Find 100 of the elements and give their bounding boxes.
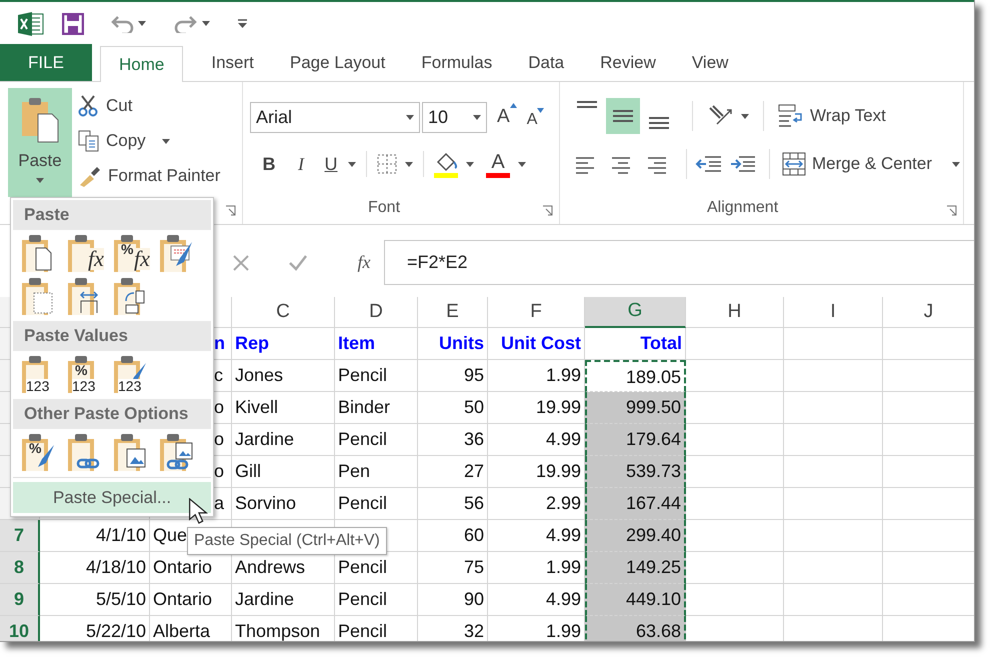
table-cell[interactable] [686,424,784,456]
caret-icon[interactable] [952,162,960,166]
row-header[interactable]: 10 [0,616,40,641]
middle-align-icon[interactable] [606,98,640,134]
table-cell[interactable] [784,328,883,360]
file-tab[interactable]: FILE [0,44,92,81]
table-cell[interactable] [784,424,883,456]
table-cell[interactable]: Pencil [335,424,418,456]
merge-center-button[interactable]: Merge & Center [782,151,960,177]
table-cell[interactable]: Jones [232,360,335,392]
table-cell[interactable] [784,392,883,424]
font-color-button[interactable]: A [486,150,510,178]
cut-button[interactable]: Cut [78,92,220,120]
table-cell[interactable]: Pencil [335,616,418,641]
column-header[interactable]: G [585,297,686,328]
caret-icon[interactable] [466,162,474,166]
row-header[interactable]: 7 [0,520,40,552]
table-cell[interactable] [686,552,784,584]
table-cell[interactable]: Pen [335,456,418,488]
table-cell[interactable] [784,520,883,552]
ribbon-tab[interactable]: Data [512,45,580,81]
dialog-launcher-icon[interactable] [225,205,236,216]
column-header[interactable]: F [488,297,585,328]
caret-icon[interactable] [405,162,413,166]
caret-icon[interactable] [348,162,356,166]
table-cell[interactable]: 63.68 [585,616,686,641]
table-cell[interactable]: 90 [418,584,488,616]
table-cell[interactable] [784,552,883,584]
caret-icon[interactable] [162,138,170,144]
table-cell[interactable]: 149.25 [585,552,686,584]
table-cell[interactable]: 189.05 [585,360,686,392]
caret-icon[interactable] [406,115,414,120]
column-header[interactable]: C [232,297,335,328]
decrease-indent-icon[interactable] [695,154,723,174]
bold-button[interactable]: B [254,150,284,178]
table-cell[interactable] [686,360,784,392]
column-heading-cell[interactable]: Units [418,328,488,360]
paste-option-button[interactable]: fx [66,234,104,274]
caret-icon[interactable] [473,115,481,120]
dialog-launcher-icon[interactable] [946,205,957,216]
table-cell[interactable] [686,488,784,520]
table-cell[interactable]: 75 [418,552,488,584]
ribbon-tab[interactable]: Formulas [405,45,508,81]
insert-function-button[interactable]: fx [344,240,384,285]
customize-toolbar-icon[interactable] [238,19,247,28]
paste-option-button[interactable]: % 123 [66,355,104,395]
ribbon-tab[interactable]: View [676,45,744,81]
table-cell[interactable]: Kivell [232,392,335,424]
table-cell[interactable] [686,456,784,488]
table-cell[interactable]: 27 [418,456,488,488]
table-cell[interactable]: 299.40 [585,520,686,552]
table-cell[interactable]: Alberta [150,616,232,641]
table-cell[interactable] [686,392,784,424]
table-cell[interactable]: Pencil [335,360,418,392]
paste-special-button[interactable]: Paste Special... [13,482,211,513]
ribbon-tab[interactable]: Review [584,45,672,81]
table-cell[interactable]: 32 [418,616,488,641]
font-name-field[interactable]: Arial [250,102,420,133]
table-cell[interactable]: Jardine [232,424,335,456]
table-cell[interactable]: 539.73 [585,456,686,488]
column-header[interactable]: I [784,297,883,328]
wrap-text-button[interactable]: Wrap Text [778,103,886,129]
italic-button[interactable]: I [284,150,318,178]
table-cell[interactable]: 449.10 [585,584,686,616]
excel-logo-icon[interactable] [18,12,44,36]
table-cell[interactable]: 4/18/10 [40,552,150,584]
table-cell[interactable]: Pencil [335,584,418,616]
underline-button[interactable]: U [318,150,344,178]
formula-field[interactable]: =F2*E2 [384,240,974,285]
table-cell[interactable]: Gill [232,456,335,488]
table-cell[interactable]: Ontario [150,584,232,616]
column-heading-cell[interactable]: Unit Cost [488,328,585,360]
table-cell[interactable]: 5/22/10 [40,616,150,641]
table-cell[interactable]: 5/5/10 [40,584,150,616]
font-size-field[interactable]: 10 [422,102,487,133]
table-cell[interactable] [784,360,883,392]
table-cell[interactable]: 36 [418,424,488,456]
table-cell[interactable]: 167.44 [585,488,686,520]
column-header[interactable]: H [686,297,784,328]
paste-option-button[interactable]: 123 [112,355,150,395]
row-header[interactable]: 9 [0,584,40,616]
table-cell[interactable] [784,584,883,616]
table-cell[interactable] [686,328,784,360]
fill-color-icon[interactable] [434,150,460,178]
copy-button[interactable]: Copy [78,127,220,155]
row-header[interactable]: 8 [0,552,40,584]
table-cell[interactable]: 999.50 [585,392,686,424]
paste-option-button[interactable]: % [20,433,58,473]
table-cell[interactable]: 60 [418,520,488,552]
save-icon[interactable] [62,12,84,34]
paste-button[interactable]: Paste [8,88,72,197]
borders-icon[interactable] [377,154,397,174]
caret-icon[interactable] [138,21,146,26]
cancel-icon[interactable] [232,254,250,272]
table-cell[interactable] [686,584,784,616]
ribbon-tab[interactable]: Home [100,46,184,82]
caret-icon[interactable] [741,114,749,118]
grow-font-button[interactable]: A [497,103,517,132]
table-cell[interactable] [686,520,784,552]
column-header[interactable]: J [883,297,974,328]
